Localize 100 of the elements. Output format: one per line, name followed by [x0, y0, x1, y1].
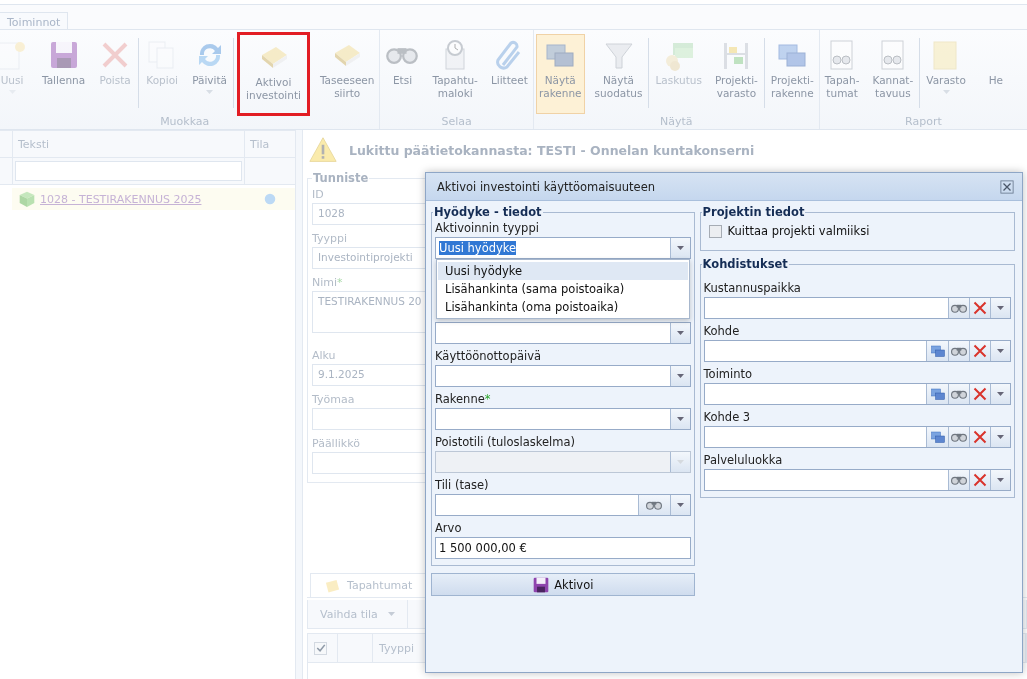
checkbox[interactable]: [314, 641, 327, 655]
ribbon-button[interactable]: Taseeseen siirto: [316, 34, 378, 114]
combo-field[interactable]: [435, 494, 691, 516]
delete-icon: [972, 300, 988, 316]
dropdown-button[interactable]: [669, 323, 690, 343]
clear-button[interactable]: [969, 427, 990, 447]
clear-button[interactable]: [969, 384, 990, 404]
search-button[interactable]: [948, 341, 969, 361]
note-icon: [325, 577, 341, 594]
delete-icon: [972, 429, 988, 445]
search-button[interactable]: [948, 470, 969, 490]
field-label: Palveluluokka: [703, 452, 783, 469]
field-label: Tyyppi: [312, 231, 348, 247]
ribbon-button[interactable]: Tallenna: [39, 34, 89, 114]
binoculars-icon: [951, 346, 967, 356]
structure-button[interactable]: [926, 384, 948, 404]
combo-field[interactable]: [703, 426, 1011, 448]
tree-item-link[interactable]: 1028 - TESTIRAKENNUS 2025: [40, 192, 202, 206]
ribbon-button[interactable]: Projekti- varasto: [711, 34, 761, 114]
windows-icon: [929, 343, 946, 359]
caret-icon: [997, 306, 1004, 310]
field-label: Nimi*: [312, 275, 343, 291]
field-label: ID: [312, 187, 324, 203]
ribbon-button[interactable]: Tapah- tumat: [821, 34, 863, 114]
combo-field[interactable]: [435, 322, 691, 344]
combo-field[interactable]: [703, 383, 1011, 405]
tree-row[interactable]: 1028 - TESTIRAKENNUS 2025: [12, 188, 295, 210]
caret-icon: [997, 478, 1004, 482]
ribbon-button[interactable]: Tapahtu- maloki: [429, 34, 481, 114]
caret-icon: [676, 246, 684, 250]
caret-icon: [676, 503, 684, 507]
new-document-icon: [0, 39, 28, 71]
group-label: Raport: [905, 114, 942, 130]
field-label: Poistotili (tuloslaskelma): [435, 434, 576, 451]
combo-field[interactable]: [703, 469, 1011, 491]
clear-button[interactable]: [969, 298, 990, 318]
ribbon-button[interactable]: Aktivoi investointi: [237, 32, 310, 116]
field-label: Toiminto: [703, 366, 753, 383]
save-icon: [532, 575, 551, 594]
field-label: Päällikkö: [312, 436, 360, 452]
status-dot-icon: [263, 193, 276, 205]
dropdown-button[interactable]: [669, 366, 690, 386]
dropdown-button[interactable]: [669, 238, 690, 258]
activate-button[interactable]: Aktivoi: [431, 573, 695, 596]
field-label: Kohde: [703, 323, 740, 340]
ribbon-tab[interactable]: Toiminnot: [0, 12, 69, 29]
windows-icon: [929, 429, 946, 445]
field-label: Työmaa: [312, 392, 355, 408]
delete-icon: [972, 472, 988, 488]
structure-button[interactable]: [926, 341, 948, 361]
combo-field[interactable]: [703, 340, 1011, 362]
dropdown-button[interactable]: [990, 384, 1010, 404]
dropdown-button[interactable]: [990, 470, 1010, 490]
cube-icon: [18, 190, 36, 208]
close-icon: [1000, 179, 1014, 194]
combo-field[interactable]: [435, 365, 691, 387]
ribbon-button[interactable]: Projekti- rakenne: [767, 34, 817, 114]
combo-field[interactable]: [703, 297, 1011, 319]
check-icon: [315, 643, 326, 653]
field-label: Alku: [312, 348, 336, 364]
ribbon-button[interactable]: Näytä rakenne: [535, 34, 585, 114]
ribbon-button[interactable]: Etsi: [382, 34, 423, 114]
binoculars-icon: [951, 475, 967, 485]
caret-icon: [676, 374, 684, 378]
column-header[interactable]: Tyyppi: [379, 641, 415, 655]
combo-field[interactable]: [435, 408, 691, 430]
dropdown-button[interactable]: [990, 341, 1010, 361]
binoculars-icon: [951, 389, 967, 399]
input-field[interactable]: 1 500 000,00 €: [435, 537, 691, 559]
checkbox[interactable]: [708, 224, 722, 238]
toolbar-button[interactable]: Vaihda tila: [308, 600, 408, 628]
tab[interactable]: Tapahtumat: [310, 573, 428, 597]
checkbox-label[interactable]: Kuittaa projekti valmiiksi: [727, 224, 870, 238]
delete-icon: [972, 343, 988, 359]
search-button[interactable]: [948, 384, 969, 404]
search-button[interactable]: [637, 495, 670, 515]
ribbon-button[interactable]: Kannat- tavuus: [869, 34, 917, 114]
search-button[interactable]: [948, 427, 969, 447]
dropdown-option[interactable]: Uusi hyödyke: [438, 262, 688, 280]
binoculars-icon: [646, 500, 663, 510]
dropdown-button[interactable]: [990, 427, 1010, 447]
close-button[interactable]: [1000, 179, 1014, 194]
structure-button[interactable]: [926, 427, 948, 447]
delete-icon: [972, 386, 988, 402]
caret-icon: [676, 417, 684, 421]
ribbon-button[interactable]: Näytä suodatus: [591, 34, 646, 114]
filter-field[interactable]: [15, 161, 242, 181]
dropdown-button[interactable]: [669, 495, 690, 515]
clear-button[interactable]: [969, 470, 990, 490]
ribbon-button[interactable]: Varasto: [923, 34, 969, 114]
field-label: Arvo: [435, 520, 462, 537]
dropdown-button[interactable]: [990, 298, 1010, 318]
ribbon-button[interactable]: Liitteet: [487, 34, 531, 114]
search-button[interactable]: [948, 298, 969, 318]
ribbon-button[interactable]: Päivitä: [189, 34, 231, 114]
warning-icon: [309, 136, 337, 164]
dropdown-button[interactable]: [669, 409, 690, 429]
combo-field[interactable]: Uusi hyödyke: [435, 237, 691, 259]
ribbon-button[interactable]: He: [975, 34, 1016, 114]
clear-button[interactable]: [969, 341, 990, 361]
